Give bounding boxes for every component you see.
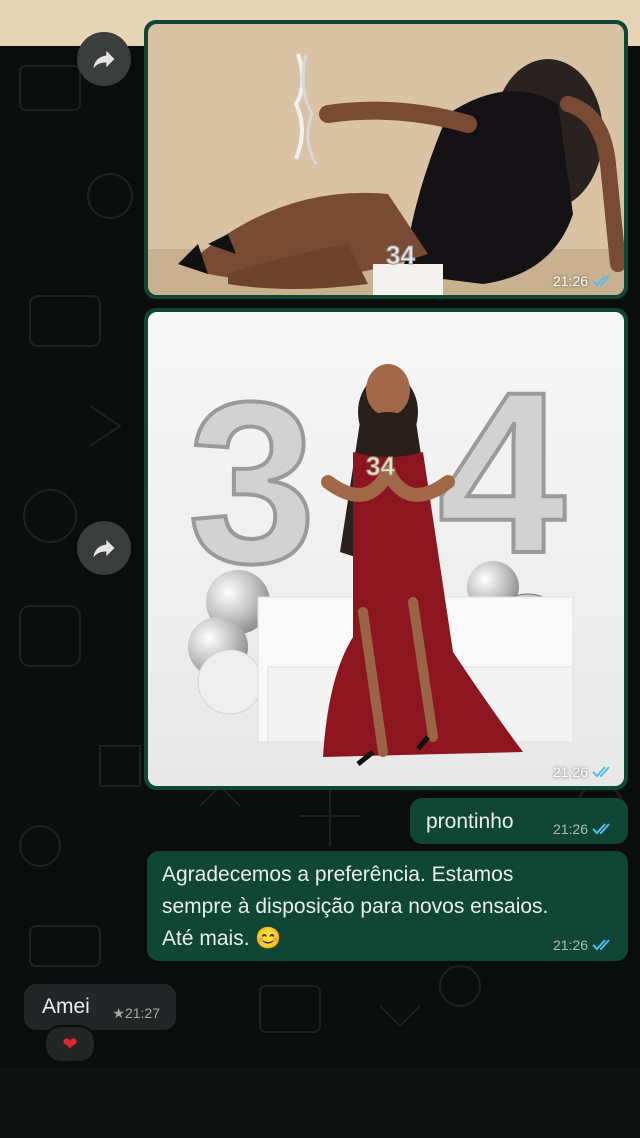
text-message-amei[interactable]: Amei ★21:27 [24, 984, 176, 1030]
message-line: Até mais. 😊 [162, 927, 282, 950]
double-check-icon [592, 766, 610, 778]
photo-1[interactable]: 34 [148, 24, 624, 295]
time-label: 21:26 [552, 821, 588, 837]
reaction-heart[interactable]: ❤ [44, 1025, 96, 1063]
svg-text:3: 3 [188, 354, 316, 611]
forward-button-2[interactable] [77, 521, 131, 575]
message-text: prontinho [426, 810, 514, 833]
svg-text:4: 4 [438, 344, 566, 601]
text-message-thanks[interactable]: Agradecemos a preferência. Estamos sempr… [147, 851, 628, 961]
heart-icon: ❤ [62, 1033, 78, 1054]
message-line: Agradecemos a preferência. Estamos [162, 863, 514, 886]
image-message-2[interactable]: 3 4 34 21:26 [144, 308, 628, 790]
double-check-icon [592, 939, 610, 951]
time-label: ★21:27 [112, 1005, 160, 1021]
message-meta: 21:26 [553, 821, 614, 837]
message-meta: 21:26 [553, 937, 614, 953]
forward-arrow-icon [93, 50, 115, 69]
double-check-icon [592, 823, 610, 835]
forward-button-1[interactable] [77, 32, 131, 86]
double-check-icon [592, 275, 610, 287]
time-label: 21:26 [552, 764, 588, 780]
bottom-bar [0, 1068, 640, 1138]
time-label: 21:26 [552, 937, 588, 953]
svg-text:34: 34 [386, 240, 415, 270]
message-text: Agradecemos a preferência. Estamos sempr… [162, 859, 548, 955]
forward-arrow-icon [93, 539, 115, 558]
message-line: sempre à disposição para novos ensaios. [162, 895, 549, 918]
text-message-prontinho[interactable]: prontinho 21:26 [410, 798, 628, 844]
time-label: 21:26 [552, 273, 588, 289]
photo-cake-number: 34 [366, 451, 395, 481]
photo-2[interactable]: 3 4 34 [148, 312, 624, 786]
image-message-1[interactable]: 34 21:26 [144, 20, 628, 299]
message-time: 21:26 [553, 764, 614, 780]
message-text: Amei [42, 995, 90, 1018]
message-time: 21:26 [553, 273, 614, 289]
